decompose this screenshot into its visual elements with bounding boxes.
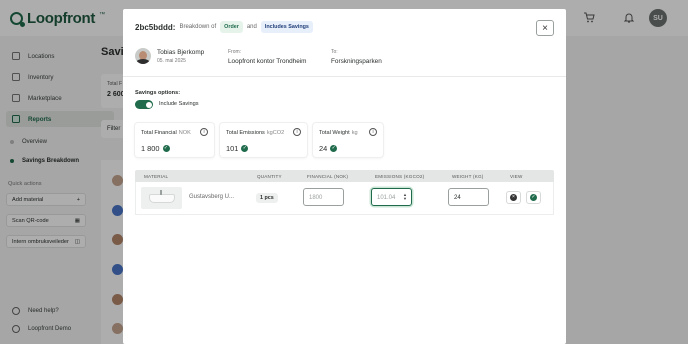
material-thumbnail — [141, 187, 182, 209]
info-icon[interactable]: i — [369, 128, 377, 136]
quantity-badge: 1 pcs — [256, 193, 278, 203]
stat-card-financial: Total Financial NOK i 1 800 ✓ — [135, 123, 214, 157]
breakdown-modal: 2bc5bddd: Breakdown of Order and Include… — [123, 9, 566, 344]
order-chip: Order — [220, 21, 243, 33]
material-name[interactable]: Gustavsberg U... — [189, 194, 234, 200]
close-circle-icon: × — [510, 194, 517, 201]
column-header-emissions: EMISSIONS (KGCO2) — [375, 174, 425, 179]
column-header-financial: FINANCIAL (NOK) — [307, 174, 349, 179]
stat-value: 24 ✓ — [319, 144, 338, 153]
check-icon: ✓ — [330, 145, 338, 152]
breakdown-text: Breakdown of — [179, 24, 217, 30]
savings-options-title: Savings options: — [135, 90, 181, 96]
from-value: Loopfront kontor Trondheim — [228, 58, 307, 65]
column-header-quantity: QUANTITY — [257, 174, 282, 179]
to-value: Forskningsparken — [331, 58, 382, 65]
stat-card-emissions: Total Emissions kgCO2 i 101 ✓ — [220, 123, 307, 157]
table-header: MATERIAL QUANTITY FINANCIAL (NOK) EMISSI… — [135, 170, 554, 182]
info-icon[interactable]: i — [200, 128, 208, 136]
order-id: 2bc5bddd: — [135, 22, 176, 32]
column-header-material: MATERIAL — [144, 174, 169, 179]
stat-label: Total Financial NOK — [141, 130, 191, 136]
from-location: From: Loopfront kontor Trondheim — [228, 49, 307, 65]
check-icon: ✓ — [162, 145, 170, 152]
reset-button[interactable]: × — [506, 191, 521, 204]
close-icon: × — [542, 22, 548, 34]
info-icon[interactable]: i — [293, 128, 301, 136]
from-label: From: — [228, 49, 242, 55]
close-button[interactable]: × — [536, 20, 554, 36]
column-header-weight: WEIGHT (KG) — [452, 174, 484, 179]
stat-value: 101 ✓ — [226, 144, 249, 153]
modal-header: 2bc5bddd: Breakdown of Order and Include… — [135, 21, 313, 33]
check-icon: ✓ — [530, 194, 537, 201]
divider — [123, 76, 566, 77]
confirm-button[interactable]: ✓ — [526, 191, 541, 204]
stat-card-weight: Total Weight kg i 24 ✓ — [313, 123, 383, 157]
include-savings-toggle[interactable] — [135, 100, 153, 109]
stat-label: Total Weight kg — [319, 130, 358, 136]
emissions-input[interactable]: 101.04 ▲ ▼ — [371, 188, 412, 206]
to-location: To: Forskningsparken — [331, 49, 382, 65]
materials-table: MATERIAL QUANTITY FINANCIAL (NOK) EMISSI… — [135, 170, 554, 215]
includes-savings-chip: Includes Savings — [260, 21, 313, 33]
include-savings-label: Include Savings — [159, 101, 199, 107]
table-row: Gustavsberg U... 1 pcs 1800 101.04 ▲ ▼ 24… — [135, 182, 554, 215]
avatar — [135, 48, 151, 64]
person-name: Tobias Bjerkomp — [157, 48, 205, 56]
check-icon: ✓ — [241, 145, 249, 152]
stat-value: 1 800 ✓ — [141, 144, 170, 153]
column-header-view: VIEW — [510, 174, 523, 179]
to-label: To: — [331, 49, 338, 55]
weight-input[interactable]: 24 — [448, 188, 489, 206]
and-text: and — [246, 24, 257, 30]
financial-input[interactable]: 1800 — [303, 188, 344, 206]
stat-label: Total Emissions kgCO2 — [226, 130, 285, 136]
stepper-icon[interactable]: ▲ ▼ — [403, 193, 407, 201]
person-date: 05. mai 2025 — [157, 57, 186, 64]
emissions-value: 101.04 — [377, 195, 396, 201]
person-info: Tobias Bjerkomp 05. mai 2025 — [135, 48, 204, 64]
